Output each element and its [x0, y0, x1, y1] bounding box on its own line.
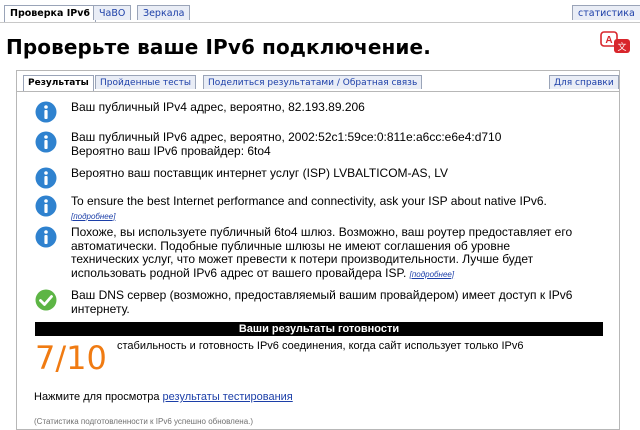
test-results-link[interactable]: результаты тестирования: [163, 391, 293, 403]
subtab-results[interactable]: Результаты: [23, 75, 94, 91]
result-text: Ваш публичный IPv4 адрес, вероятно, 82.1…: [71, 100, 365, 114]
more-link[interactable]: [подробнее]: [71, 212, 115, 221]
svg-text:文: 文: [617, 41, 626, 53]
results-panel: Результаты Пройденные тесты Поделиться р…: [16, 70, 620, 430]
top-tab-bar: Проверка IPv6 ЧаВО Зеркала статистика: [0, 0, 640, 23]
more-link[interactable]: [подробнее]: [410, 270, 454, 279]
svg-text:A: A: [605, 35, 612, 46]
translate-icon[interactable]: A 文: [600, 30, 634, 56]
tab-ipv6-test[interactable]: Проверка IPv6: [4, 5, 96, 22]
result-text: To ensure the best Internet performance …: [71, 194, 547, 221]
tab-stats[interactable]: статистика: [572, 5, 640, 20]
score-description: стабильность и готовность IPv6 соединени…: [117, 340, 524, 352]
info-icon: [35, 131, 57, 153]
check-icon: [35, 289, 57, 311]
results-link-line: Нажмите для просмотра результаты тестиро…: [34, 391, 293, 403]
results-subtab-bar: Результаты Пройденные тесты Поделиться р…: [17, 71, 619, 92]
info-icon: [35, 195, 57, 217]
readiness-score: 7/10: [35, 339, 107, 377]
page-title: Проверьте ваше IPv6 подключение.: [6, 35, 431, 59]
result-text: Ваш DNS сервер (возможно, предоставляемы…: [71, 288, 573, 316]
subtab-share-feedback[interactable]: Поделиться результатами / Обратная связь: [203, 75, 423, 89]
result-text: Вероятно ваш поставщик интернет услуг (I…: [71, 166, 448, 180]
readiness-header: Ваши результаты готовности: [35, 322, 603, 336]
tab-faq[interactable]: ЧаВО: [93, 5, 132, 20]
info-icon: [35, 167, 57, 189]
result-text: Ваш публичный IPv6 адрес, вероятно, 2002…: [71, 130, 502, 158]
info-icon: [35, 101, 57, 123]
subtab-tests-run[interactable]: Пройденные тесты: [95, 75, 196, 89]
tab-mirrors[interactable]: Зеркала: [137, 5, 191, 20]
result-text: Похоже, вы используете публичный 6to4 шл…: [71, 225, 573, 280]
info-icon: [35, 226, 57, 248]
subtab-help[interactable]: Для справки: [549, 75, 619, 89]
